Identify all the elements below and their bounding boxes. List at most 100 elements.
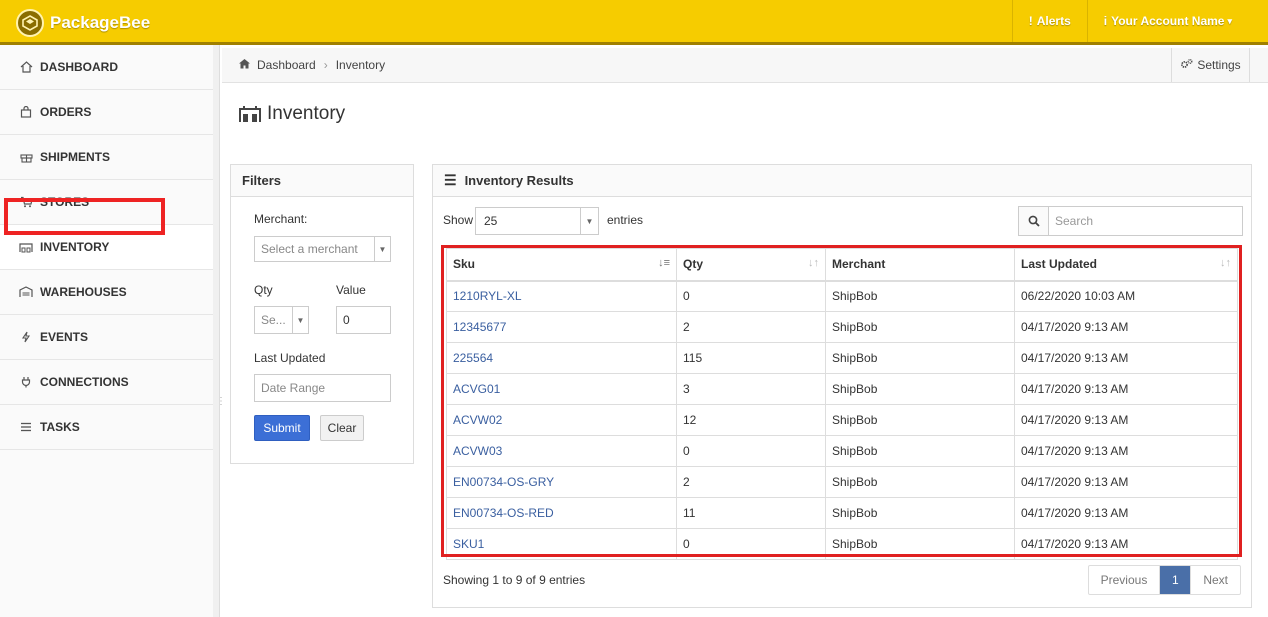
account-label: Your Account Name — [1111, 14, 1225, 28]
last-updated-cell: 04/17/2020 9:13 AM — [1014, 373, 1238, 405]
list-icon — [18, 422, 34, 432]
breadcrumb-dashboard[interactable]: Dashboard — [257, 58, 316, 72]
sidebar-item-shipments[interactable]: SHIPMENTS — [0, 135, 214, 180]
entries-per-page-select[interactable]: 25 ▼ — [475, 207, 599, 235]
breadcrumb: Dashboard › Inventory — [238, 58, 385, 72]
column-label: Merchant — [832, 257, 886, 272]
table-header-row: Sku ↓≡ Qty ↓↑ Merchant Last Updated ↓↑ — [446, 248, 1238, 282]
sidebar-item-dashboard[interactable]: DASHBOARD — [0, 45, 214, 90]
sidebar-item-label: SHIPMENTS — [40, 150, 111, 164]
sku-cell[interactable]: EN00734-OS-GRY — [446, 466, 677, 498]
sidebar-item-connections[interactable]: CONNECTIONS — [0, 360, 214, 405]
qty-label: Qty — [254, 283, 273, 297]
page-1-button[interactable]: 1 — [1160, 566, 1191, 594]
gift-icon — [18, 151, 34, 163]
merchant-cell: ShipBob — [825, 528, 1015, 560]
merchant-cell: ShipBob — [825, 342, 1015, 374]
last-updated-cell: 04/17/2020 9:13 AM — [1014, 528, 1238, 560]
column-label: Sku — [453, 257, 476, 272]
sort-icon: ↓↑ — [808, 257, 819, 269]
filters-panel: Filters Merchant: Select a merchant ▼ Qt… — [230, 164, 414, 464]
last-updated-cell: 06/22/2020 10:03 AM — [1014, 280, 1238, 312]
results-header: ☰ Inventory Results — [433, 165, 1251, 197]
merchant-select[interactable]: Select a merchant ▼ — [254, 236, 391, 262]
search-input[interactable]: Search — [1049, 207, 1242, 235]
sidebar-item-label: ORDERS — [40, 105, 92, 119]
previous-page-button[interactable]: Previous — [1089, 566, 1161, 594]
sidebar-item-label: INVENTORY — [40, 240, 110, 254]
last-updated-label: Last Updated — [254, 351, 326, 365]
date-range-input[interactable]: Date Range — [254, 374, 391, 402]
table-row: EN00734-OS-GRY 2 ShipBob 04/17/2020 9:13 AM — [446, 466, 1238, 498]
sku-cell[interactable]: 1210RYL-XL — [446, 280, 677, 312]
merchant-cell: ShipBob — [825, 373, 1015, 405]
alerts-button[interactable]: ! Alerts — [1011, 0, 1087, 42]
sidebar-item-warehouses[interactable]: WAREHOUSES — [0, 270, 214, 315]
table-row: ACVG01 3 ShipBob 04/17/2020 9:13 AM — [446, 373, 1238, 405]
alerts-label: Alerts — [1036, 14, 1071, 28]
sidebar-item-events[interactable]: EVENTS — [0, 315, 214, 360]
warehouse-icon — [18, 241, 34, 253]
sku-cell[interactable]: ACVW02 — [446, 404, 677, 436]
exclamation-icon: ! — [1028, 14, 1033, 28]
sidebar-resize-handle[interactable]: ⋮ — [216, 397, 226, 412]
sku-cell[interactable]: 12345677 — [446, 311, 677, 343]
clear-button[interactable]: Clear — [320, 415, 364, 441]
entries-value: 25 — [484, 214, 498, 228]
chevron-down-icon: ▼ — [292, 307, 308, 333]
table-row: ACVW02 12 ShipBob 04/17/2020 9:13 AM — [446, 404, 1238, 436]
sidebar-item-tasks[interactable]: TASKS — [0, 405, 214, 450]
warehouse-icon — [239, 105, 261, 123]
home-icon — [18, 61, 34, 73]
qty-cell: 0 — [676, 435, 826, 467]
settings-button[interactable]: Settings — [1171, 48, 1250, 82]
qty-cell: 11 — [676, 497, 826, 529]
last-updated-cell: 04/17/2020 9:13 AM — [1014, 435, 1238, 467]
column-header-sku[interactable]: Sku ↓≡ — [446, 248, 677, 282]
sku-cell[interactable]: EN00734-OS-RED — [446, 497, 677, 529]
column-header-merchant: Merchant — [825, 248, 1015, 282]
sku-cell[interactable]: ACVW03 — [446, 435, 677, 467]
column-header-last-updated[interactable]: Last Updated ↓↑ — [1014, 248, 1238, 282]
search-icon[interactable] — [1019, 207, 1049, 235]
chevron-down-icon: ▼ — [374, 237, 390, 261]
qty-value-input[interactable]: 0 — [336, 306, 391, 334]
merchant-cell: ShipBob — [825, 311, 1015, 343]
sidebar-item-label: DASHBOARD — [40, 60, 118, 74]
page-title: Inventory — [239, 103, 345, 125]
sidebar-item-inventory[interactable]: INVENTORY — [0, 225, 214, 270]
column-header-qty[interactable]: Qty ↓↑ — [676, 248, 826, 282]
account-menu[interactable]: i Your Account Name ▾ — [1086, 0, 1268, 42]
table-row: 12345677 2 ShipBob 04/17/2020 9:13 AM — [446, 311, 1238, 343]
sku-cell[interactable]: ACVG01 — [446, 373, 677, 405]
sidebar-item-stores[interactable]: STORES — [0, 180, 214, 225]
info-icon: i — [1103, 14, 1108, 28]
merchant-cell: ShipBob — [825, 280, 1015, 312]
table-row: 1210RYL-XL 0 ShipBob 06/22/2020 10:03 AM — [446, 280, 1238, 312]
search-box[interactable]: Search — [1018, 206, 1243, 236]
menu-icon: ☰ — [444, 172, 457, 188]
sidebar-item-orders[interactable]: ORDERS — [0, 90, 214, 135]
qty-operator-value: Se... — [261, 313, 286, 327]
submit-button[interactable]: Submit — [254, 415, 310, 441]
qty-operator-select[interactable]: Se... ▼ — [254, 306, 309, 334]
brand-name: PackageBee — [50, 13, 151, 32]
qty-cell: 0 — [676, 528, 826, 560]
sku-cell[interactable]: SKU1 — [446, 528, 677, 560]
sort-icon: ↓↑ — [1220, 257, 1231, 269]
qty-cell: 115 — [676, 342, 826, 374]
breadcrumb-inventory: Inventory — [335, 58, 386, 72]
merchant-placeholder: Select a merchant — [261, 242, 358, 256]
warehouse-building-icon — [18, 286, 34, 298]
chevron-down-icon: ▾ — [1227, 15, 1232, 26]
last-updated-cell: 04/17/2020 9:13 AM — [1014, 497, 1238, 529]
inventory-results-panel: ☰ Inventory Results Show 25 ▼ entries Se… — [432, 164, 1252, 608]
merchant-cell: ShipBob — [825, 435, 1015, 467]
sidebar-item-label: CONNECTIONS — [40, 375, 129, 389]
brand[interactable]: PackageBee — [16, 9, 150, 37]
sidebar: DASHBOARD ORDERS SHIPMENTS STORES INVENT… — [0, 45, 220, 617]
plug-icon — [18, 376, 34, 388]
sku-cell[interactable]: 225564 — [446, 342, 677, 374]
next-page-button[interactable]: Next — [1190, 566, 1240, 594]
sidebar-item-label: EVENTS — [40, 330, 89, 344]
